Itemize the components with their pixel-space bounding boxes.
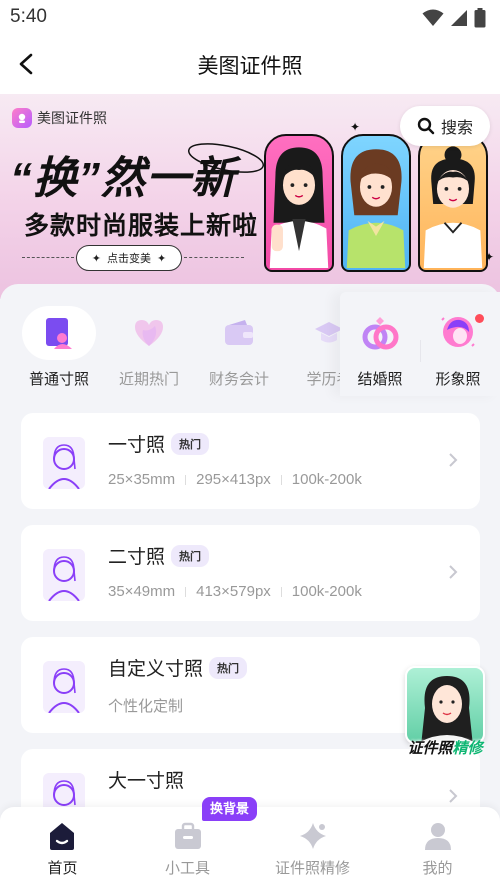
portrait-illustration [418, 134, 488, 272]
spec-description: 个性化定制 [108, 698, 184, 715]
portrait-illustration [264, 134, 334, 272]
hot-badge: 热门 [209, 656, 248, 679]
tool-badge[interactable]: 换背景 [202, 797, 258, 821]
portrait-placeholder-icon [43, 549, 85, 601]
search-button[interactable]: 搜索 [400, 106, 490, 146]
spec-size-px: 295×413px [196, 471, 271, 488]
spec-size-mm: 25×35mm [108, 471, 176, 488]
brand-logo-icon [12, 108, 32, 128]
sparkle-icon: ✦ [157, 252, 167, 265]
battery-icon [474, 8, 486, 28]
promo-photo [405, 666, 485, 744]
spec-size-px: 413×579px [196, 583, 271, 600]
tab-label: 首页 [47, 860, 78, 877]
category-tab-regular[interactable]: 普通寸照 [19, 306, 99, 389]
portrait-illustration [341, 134, 411, 272]
sparkle-icon: ✦ [350, 120, 361, 134]
chevron-right-icon [449, 453, 458, 467]
portrait-placeholder-icon [43, 437, 85, 489]
tab-retouch[interactable]: 证件照精修 [250, 807, 375, 889]
spec-meta: 35×49mm 413×579px 100k-200k [108, 583, 362, 600]
spec-title: 自定义寸照 [108, 659, 204, 680]
chevron-right-icon [449, 789, 458, 803]
wifi-icon [422, 9, 444, 26]
tab-home[interactable]: 首页 [0, 807, 125, 889]
banner-cta-button[interactable]: ✦ 点击变美 ✦ [76, 245, 182, 271]
category-label: 近期热门 [118, 371, 179, 388]
category-tab-trending[interactable]: 近期热门 [109, 306, 189, 389]
spec-card-2inch[interactable]: 二寸照 热门 35×49mm 413×579px 100k-200k [21, 525, 480, 621]
hot-badge: 热门 [171, 544, 210, 567]
retouch-float-button[interactable]: 证件照精修 [400, 664, 490, 758]
status-time: 5:40 [10, 6, 47, 27]
category-label: 结婚照 [357, 371, 403, 388]
promo-label: 证件照精修 [407, 740, 483, 757]
category-label: 财务会计 [208, 371, 269, 388]
spec-title: 大一寸照 [108, 771, 185, 792]
category-tab-wedding[interactable]: 结婚照 [340, 306, 420, 389]
tab-label: 证件照精修 [274, 860, 350, 877]
tab-label: 我的 [422, 860, 453, 877]
nav-bar: 美图证件照 [0, 34, 500, 94]
banner-brand-name: 美图证件照 [37, 110, 107, 126]
spec-title: 二寸照 [108, 547, 166, 568]
swoosh-decoration [187, 143, 265, 173]
tab-profile[interactable]: 我的 [375, 807, 500, 889]
notification-dot [475, 314, 484, 323]
status-icons [422, 8, 486, 28]
profile-icon [441, 317, 475, 347]
banner-divider-right [184, 257, 244, 258]
portrait-placeholder-icon [43, 661, 85, 713]
banner-subheadline: 多款时尚服装上新啦 [24, 212, 259, 240]
category-label: 形象照 [435, 371, 481, 388]
home-icon [50, 823, 74, 850]
wallet-icon [225, 320, 253, 345]
banner-divider-left [22, 257, 74, 258]
user-icon [425, 823, 451, 850]
spec-card-1inch[interactable]: 一寸照 热门 25×35mm 295×413px 100k-200k [21, 413, 480, 509]
chevron-right-icon [449, 565, 458, 579]
hot-badge: 热门 [171, 432, 210, 455]
status-bar: 5:40 [0, 0, 500, 34]
category-tab-finance[interactable]: 财务会计 [199, 306, 279, 389]
banner-cta-label: 点击变美 [107, 253, 151, 265]
search-icon [417, 117, 435, 135]
toolbox-icon [175, 822, 201, 849]
banner-brand: 美图证件照 [12, 108, 107, 128]
spec-size-mm: 35×49mm [108, 583, 176, 600]
spec-meta: 25×35mm 295×413px 100k-200k [108, 471, 362, 488]
heart-icon [135, 320, 163, 346]
search-label: 搜索 [440, 120, 473, 137]
sparkle-star-icon [300, 823, 326, 849]
spec-file-size: 100k-200k [291, 583, 362, 600]
portrait-card-icon [46, 318, 72, 349]
page-title: 美图证件照 [197, 55, 303, 78]
tab-label: 小工具 [164, 860, 210, 877]
spec-file-size: 100k-200k [291, 471, 362, 488]
sparkle-icon: ✦ [91, 252, 101, 265]
category-pinned-group: 结婚照 形象照 [340, 292, 500, 396]
rings-icon [362, 317, 399, 350]
category-tab-profile[interactable]: 形象照 [418, 306, 498, 389]
signal-icon [451, 10, 467, 26]
spec-meta: 个性化定制 [108, 695, 183, 716]
spec-title: 一寸照 [108, 435, 166, 456]
category-label: 普通寸照 [28, 371, 89, 388]
